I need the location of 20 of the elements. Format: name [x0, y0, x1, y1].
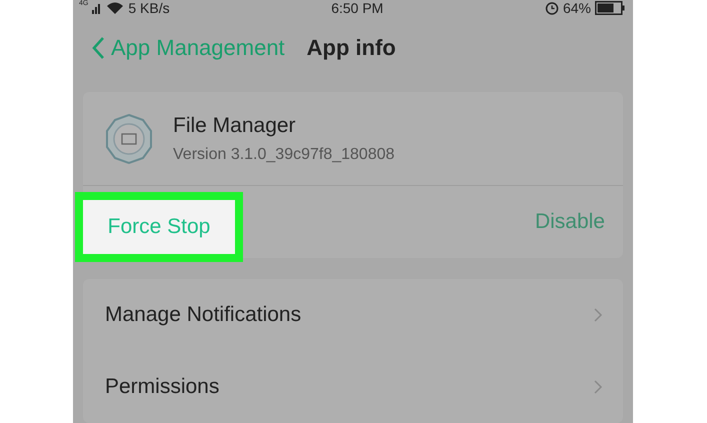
back-button[interactable]: App Management — [91, 34, 285, 60]
page-title: App info — [306, 34, 396, 60]
status-time: 6:50 PM — [331, 0, 384, 16]
chevron-right-icon — [593, 307, 603, 323]
app-name: File Manager — [173, 114, 297, 138]
settings-row[interactable]: Permissions — [83, 351, 623, 423]
battery-icon — [594, 1, 625, 15]
force-stop-button[interactable]: Force Stop — [75, 192, 243, 262]
chevron-left-icon — [91, 36, 105, 60]
app-version: Version 3.1.0_39c97f8_180808 — [173, 146, 395, 164]
signal-icon — [92, 2, 102, 14]
app-icon — [103, 112, 155, 164]
wifi-icon — [106, 2, 124, 14]
chevron-right-icon — [593, 379, 603, 395]
settings-label: Permissions — [105, 375, 220, 399]
settings-row[interactable]: Manage Notifications — [83, 279, 623, 351]
network-speed: 5 KB/s — [128, 0, 170, 16]
battery-percent: 64% — [562, 0, 591, 16]
settings-label: Manage Notifications — [105, 303, 302, 327]
alarm-clock-icon — [544, 1, 559, 15]
